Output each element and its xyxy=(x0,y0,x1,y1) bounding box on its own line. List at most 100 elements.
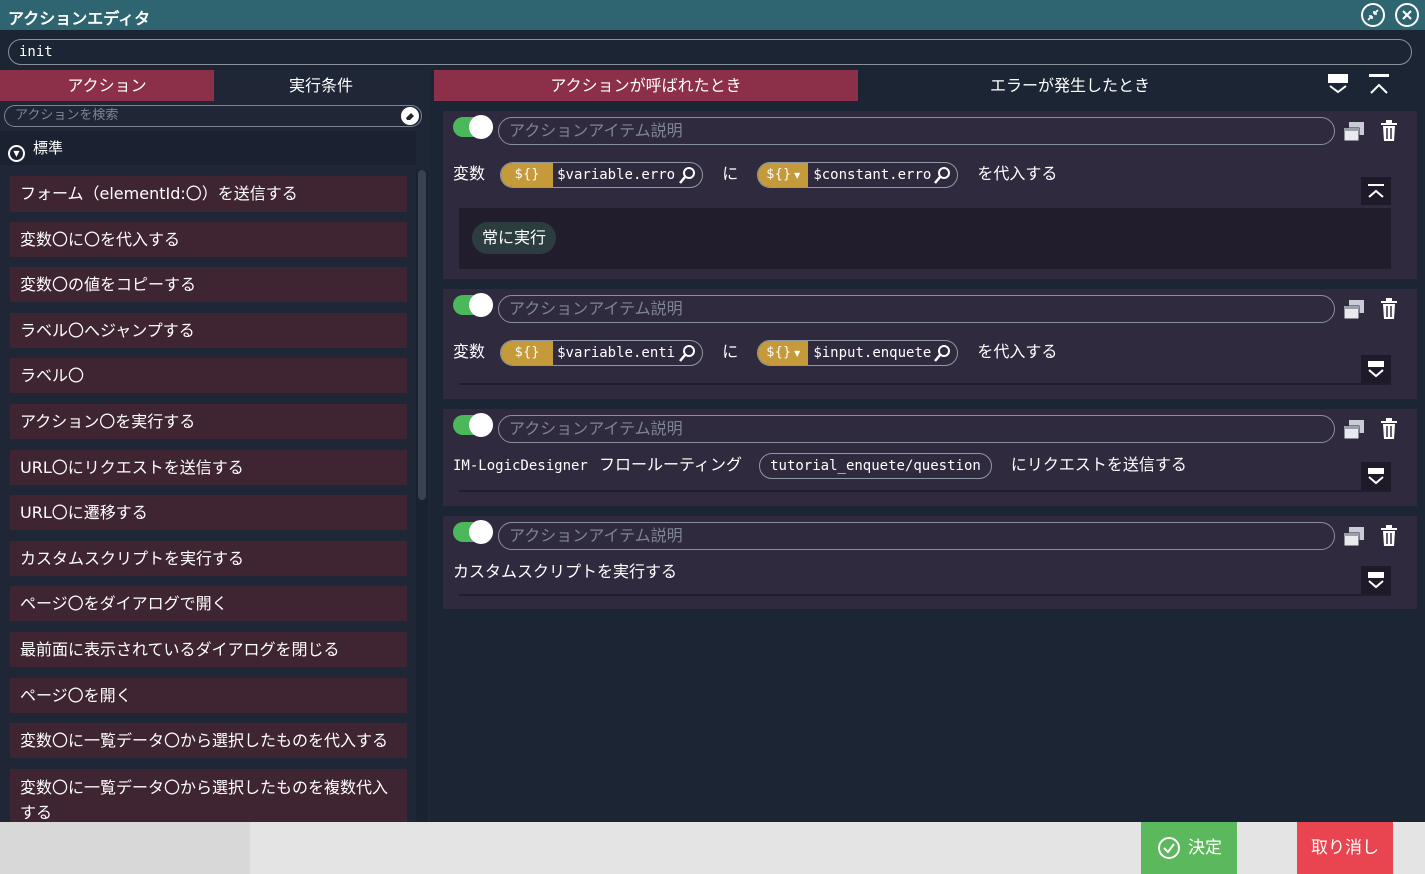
action-search-placeholder: アクションを検索 xyxy=(15,108,119,123)
action-search-input[interactable]: アクションを検索 xyxy=(4,105,422,127)
action-item[interactable]: カスタムスクリプトを実行する xyxy=(10,541,407,576)
copy-icon[interactable] xyxy=(1343,526,1365,548)
expand-all-icon[interactable] xyxy=(1327,73,1349,97)
action-item[interactable]: 変数〇に一覧データ〇から選択したものを代入する xyxy=(10,723,407,758)
item-description-input[interactable]: アクションアイテム説明 xyxy=(498,522,1335,550)
trash-icon[interactable] xyxy=(1380,418,1398,440)
item-description-input[interactable]: アクションアイテム説明 xyxy=(498,117,1335,145)
category-label: 標準 xyxy=(33,139,64,157)
action-sequence-panel: アクションが呼ばれたとき エラーが発生したとき アクションアイテム説明 変数 $… xyxy=(434,70,1425,822)
magnifier-icon[interactable] xyxy=(679,166,697,184)
restore-icon[interactable] xyxy=(1361,3,1385,27)
connector-label: に xyxy=(722,342,739,361)
action-item[interactable]: アクション〇を実行する xyxy=(10,404,407,439)
expand-item-button[interactable] xyxy=(1361,355,1391,383)
trash-icon[interactable] xyxy=(1380,120,1398,142)
copy-icon[interactable] xyxy=(1343,419,1365,441)
copy-icon[interactable] xyxy=(1343,299,1365,321)
chevron-down-icon xyxy=(1368,361,1384,378)
item-description-input[interactable]: アクションアイテム説明 xyxy=(498,415,1335,443)
connector-label: に xyxy=(722,164,739,183)
variable-symbol: ${} xyxy=(501,340,554,365)
source-symbol: ${} xyxy=(766,166,792,182)
prefix-label: 変数 xyxy=(453,164,486,183)
action-item[interactable]: 変数〇の値をコピーする xyxy=(10,267,407,302)
magnifier-icon[interactable] xyxy=(934,344,952,362)
chevron-down-icon: ▼ xyxy=(794,348,801,358)
collapse-item-button[interactable] xyxy=(1361,177,1391,205)
expand-item-button[interactable] xyxy=(1361,566,1391,594)
assign-row: 変数 ${} $variable.enti に ${} ▼ $input.enqu… xyxy=(453,339,1057,366)
enable-toggle[interactable] xyxy=(453,115,493,139)
footer-left-area xyxy=(0,822,250,874)
action-item[interactable]: ラベル〇へジャンプする xyxy=(10,313,407,348)
script-label: カスタムスクリプトを実行する xyxy=(453,562,678,581)
tab-on-called[interactable]: アクションが呼ばれたとき xyxy=(434,70,858,101)
close-icon[interactable] xyxy=(1395,3,1419,27)
expand-item-button[interactable] xyxy=(1361,462,1391,490)
action-item[interactable]: ページ〇をダイアログで開く xyxy=(10,586,407,621)
check-circle-icon xyxy=(1158,837,1180,859)
action-palette: アクション 実行条件 アクションを検索 ▼ 標準 フォーム（elementId:〇… xyxy=(0,70,430,822)
item-divider xyxy=(459,594,1391,596)
target-variable-field[interactable]: ${} $variable.enti xyxy=(500,339,704,366)
prefix-label: IM-LogicDesigner xyxy=(453,458,588,474)
category-standard[interactable]: ▼ 標準 xyxy=(0,131,416,165)
action-item[interactable]: ラベル〇 xyxy=(10,358,407,393)
copy-icon[interactable] xyxy=(1343,121,1365,143)
action-item[interactable]: 変数〇に一覧データ〇から選択したものを複数代入する xyxy=(10,769,407,822)
variable-symbol-dropdown[interactable]: ${} ▼ xyxy=(758,340,809,365)
collapse-all-icon[interactable] xyxy=(1368,73,1390,97)
title-bar: アクションエディタ xyxy=(0,0,1425,30)
source-variable-value: $constant.erro xyxy=(813,166,932,183)
event-name-input[interactable]: init xyxy=(8,39,1412,65)
dialog-footer: 決定 取り消し xyxy=(0,822,1425,874)
ok-button[interactable]: 決定 xyxy=(1141,822,1237,874)
palette-scroll-thumb[interactable] xyxy=(418,170,426,500)
tab-actions[interactable]: アクション xyxy=(0,70,214,101)
trash-icon[interactable] xyxy=(1380,525,1398,547)
item-divider xyxy=(459,490,1391,492)
tab-on-error[interactable]: エラーが発生したとき xyxy=(858,70,1282,101)
target-variable-value: $variable.enti xyxy=(557,344,676,361)
collapse-circle-icon: ▼ xyxy=(8,145,25,162)
cancel-label: 取り消し xyxy=(1311,838,1379,858)
condition-pill[interactable]: 常に実行 xyxy=(472,222,557,254)
suffix-label: を代入する xyxy=(977,342,1058,361)
middle-label: フロールーティング xyxy=(598,455,742,474)
action-item-card: アクションアイテム説明 IM-LogicDesigner フロールーティング t… xyxy=(443,409,1417,506)
cancel-button[interactable]: 取り消し xyxy=(1297,822,1393,874)
action-item[interactable]: 最前面に表示されているダイアログを閉じる xyxy=(10,632,407,667)
enable-toggle[interactable] xyxy=(453,520,493,544)
magnifier-icon[interactable] xyxy=(679,344,697,362)
action-item[interactable]: URL〇に遷移する xyxy=(10,495,407,530)
source-variable-value: $input.enquete xyxy=(813,344,932,361)
enable-toggle[interactable] xyxy=(453,413,493,437)
trash-icon[interactable] xyxy=(1380,298,1398,320)
suffix-label: にリクエストを送信する xyxy=(1010,455,1187,474)
action-item[interactable]: フォーム（elementId:〇）を送信する xyxy=(10,176,407,212)
source-variable-field[interactable]: ${} ▼ $input.enquete xyxy=(757,339,959,366)
suffix-label: を代入する xyxy=(977,164,1058,183)
eraser-icon[interactable] xyxy=(401,107,419,125)
action-item[interactable]: URL〇にリクエストを送信する xyxy=(10,450,407,485)
item-description-input[interactable]: アクションアイテム説明 xyxy=(498,295,1335,323)
url-field[interactable]: tutorial_enquete/question xyxy=(759,452,992,479)
source-variable-field[interactable]: ${} ▼ $constant.erro xyxy=(757,161,959,188)
magnifier-icon[interactable] xyxy=(934,166,952,184)
chevron-up-icon xyxy=(1368,184,1384,198)
chevron-down-icon xyxy=(1368,572,1384,589)
chevron-down-icon xyxy=(1368,468,1384,485)
request-row: IM-LogicDesigner フロールーティング tutorial_enqu… xyxy=(453,452,1187,479)
target-variable-field[interactable]: ${} $variable.erro xyxy=(500,161,704,188)
action-list: フォーム（elementId:〇）を送信する 変数〇に〇を代入する 変数〇の値を… xyxy=(0,170,416,822)
tab-conditions[interactable]: 実行条件 xyxy=(214,70,428,101)
action-item[interactable]: 変数〇に〇を代入する xyxy=(10,222,407,257)
condition-box: 常に実行 xyxy=(459,208,1391,269)
item-divider xyxy=(459,383,1391,385)
variable-symbol-dropdown[interactable]: ${} ▼ xyxy=(758,162,809,187)
palette-scrollbar[interactable] xyxy=(416,170,428,822)
action-item[interactable]: ページ〇を開く xyxy=(10,678,407,713)
prefix-label: 変数 xyxy=(453,342,486,361)
enable-toggle[interactable] xyxy=(453,293,493,317)
